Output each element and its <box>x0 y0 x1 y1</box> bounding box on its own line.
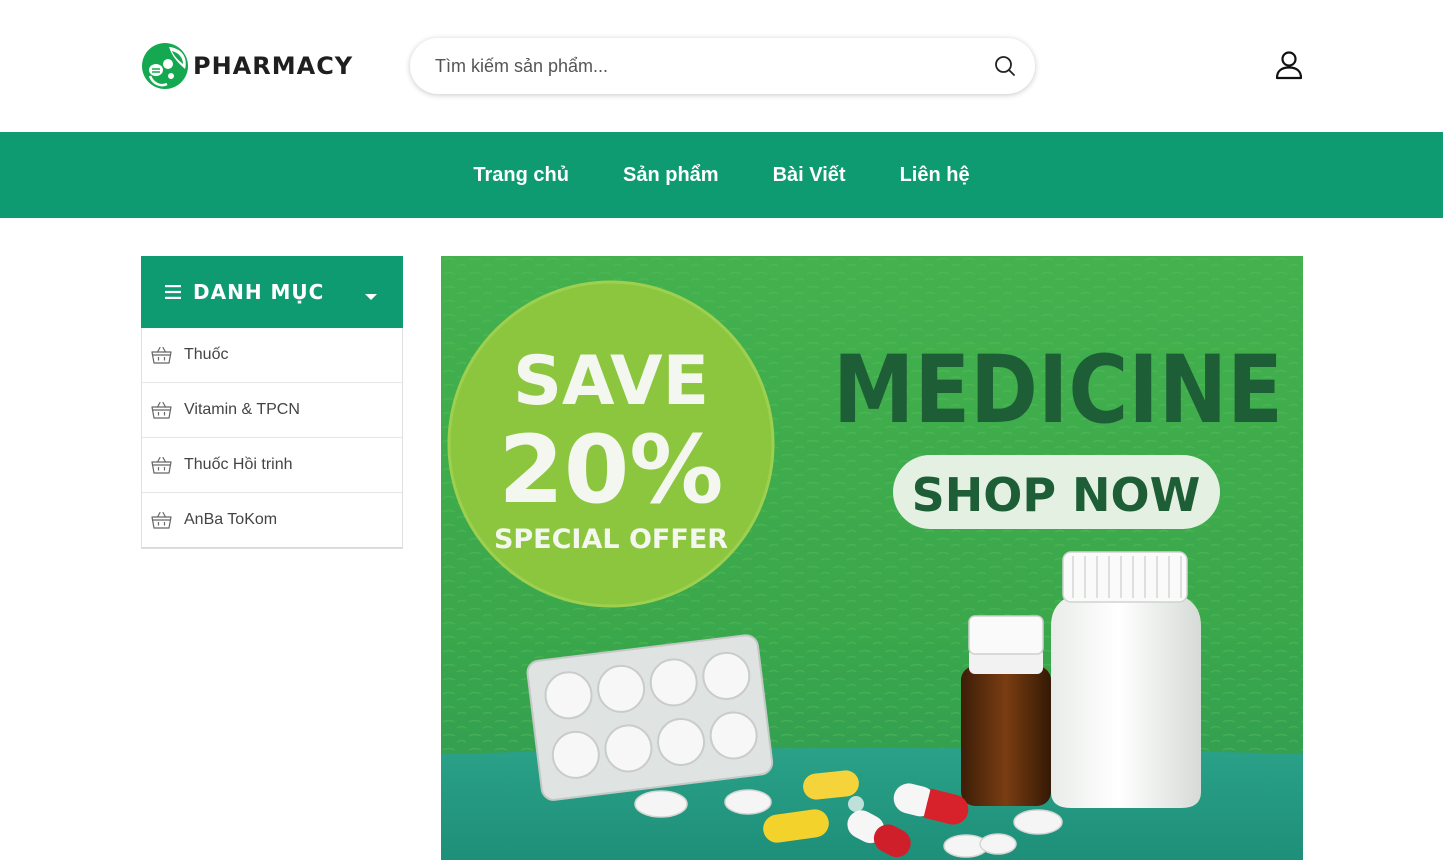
category-toggle[interactable]: DANH MỤC <box>141 256 403 328</box>
chevron-down-icon <box>365 294 377 300</box>
search-input[interactable] <box>410 38 975 94</box>
banner-headline: MEDICINE <box>833 336 1283 445</box>
category-item-vitamin[interactable]: Vitamin & TPCN <box>142 383 402 438</box>
category-item-thuoc[interactable]: Thuốc <box>142 328 402 383</box>
nav-item-articles[interactable]: Bài Viết <box>773 164 846 187</box>
category-label: AnBa ToKom <box>184 511 278 528</box>
site-header: PHARMACY <box>0 0 1443 132</box>
basket-icon <box>151 456 172 474</box>
nav-item-contact[interactable]: Liên hệ <box>900 164 970 187</box>
basket-icon <box>151 401 172 419</box>
banner-cta: SHOP NOW <box>912 468 1201 522</box>
banner-discount-text: 20% <box>499 416 724 525</box>
search-button[interactable] <box>975 38 1035 94</box>
menu-icon <box>165 285 181 299</box>
brand-name: PHARMACY <box>193 52 354 80</box>
category-list: Thuốc Vitamin & TPCN Thuốc Hồi trinh AnB… <box>141 328 403 549</box>
category-title: DANH MỤC <box>193 280 325 304</box>
banner-offer-text: SPECIAL OFFER <box>494 524 728 555</box>
main-nav: Trang chủ Sản phẩm Bài Viết Liên hệ <box>0 132 1443 218</box>
account-button[interactable] <box>1272 48 1306 82</box>
brand-logo[interactable]: PHARMACY <box>141 42 353 90</box>
category-item-anba-tokom[interactable]: AnBa ToKom <box>142 493 402 548</box>
search-bar <box>410 38 1035 94</box>
category-label: Vitamin & TPCN <box>184 401 300 418</box>
basket-icon <box>151 511 172 529</box>
nav-item-products[interactable]: Sản phẩm <box>623 164 719 187</box>
promo-banner-art: SAVE 20% SPECIAL OFFER MEDICINE SHOP NOW <box>441 256 1303 860</box>
category-sidebar: DANH MỤC Thuốc Vitamin & TPCN Thuốc Hồi … <box>141 256 403 549</box>
user-icon <box>1275 51 1303 80</box>
category-item-thuoc-hoi-trinh[interactable]: Thuốc Hồi trinh <box>142 438 402 493</box>
category-label: Thuốc Hồi trinh <box>184 456 293 473</box>
promo-banner[interactable]: SAVE 20% SPECIAL OFFER MEDICINE SHOP NOW <box>441 256 1303 860</box>
search-icon <box>995 56 1015 76</box>
nav-item-home[interactable]: Trang chủ <box>473 164 569 187</box>
category-label: Thuốc <box>184 346 229 363</box>
basket-icon <box>151 346 172 364</box>
banner-save-text: SAVE <box>513 342 709 421</box>
bee-logo-icon <box>142 43 188 89</box>
